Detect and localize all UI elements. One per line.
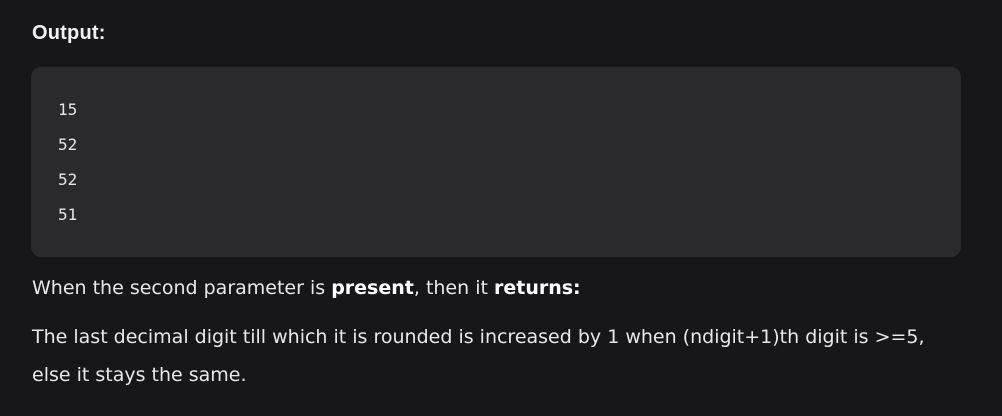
page: Output: 15 52 52 51 When the second para… — [0, 0, 1002, 416]
paragraph-second-parameter: When the second parameter is present, th… — [32, 277, 581, 299]
paragraph-text: When the second parameter is — [32, 277, 332, 299]
output-line: 51 — [58, 205, 78, 224]
bold-returns: returns: — [493, 277, 581, 299]
output-line: 52 — [58, 135, 78, 154]
output-line: 52 — [58, 170, 78, 189]
paragraph-rounding-line-2: else it stays the same. — [32, 364, 247, 386]
paragraph-text: , then it — [413, 277, 494, 299]
paragraph-rounding-line-1: The last decimal digit till which it is … — [32, 326, 925, 348]
output-code-block: 15 52 52 51 — [31, 67, 961, 257]
bold-present: present — [331, 277, 414, 299]
output-heading: Output: — [32, 22, 106, 44]
output-line: 15 — [58, 100, 78, 119]
